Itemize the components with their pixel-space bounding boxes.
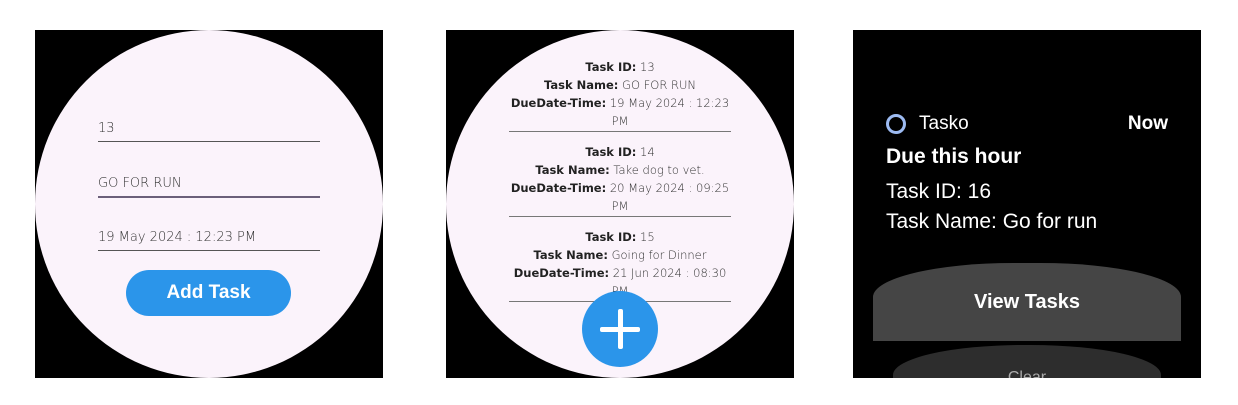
- due-label: DueDate-Time:: [510, 181, 607, 195]
- view-tasks-button[interactable]: View Tasks: [873, 263, 1181, 341]
- notification-header: Tasko Now: [886, 112, 1168, 136]
- app-name: Tasko: [919, 113, 969, 134]
- add-task-fab[interactable]: [582, 291, 658, 367]
- due-label: DueDate-Time:: [513, 266, 610, 280]
- list-item[interactable]: Task ID: 14 Task Name: Take dog to vet. …: [509, 143, 731, 217]
- notification-time: Now: [1127, 113, 1168, 134]
- task-name-field[interactable]: GO FOR RUN: [98, 176, 320, 198]
- due-datetime-field[interactable]: 19 May 2024 : 12:23 PM: [98, 230, 320, 251]
- due-value: 19 May 2024 : 12:23 PM: [609, 96, 730, 128]
- due-label: DueDate-Time:: [510, 96, 607, 110]
- notification-screen: Tasko Now Due this hour Task ID: 16 Task…: [853, 30, 1201, 378]
- task-list: Task ID: 13 Task Name: GO FOR RUN DueDat…: [509, 58, 731, 313]
- task-id-value: 14: [640, 145, 655, 159]
- task-name-label: Task Name:: [544, 78, 619, 92]
- task-id-field[interactable]: 13: [98, 121, 320, 142]
- task-name-value: Going for Dinner: [611, 248, 707, 262]
- notification-task-id: Task ID: 16: [886, 180, 992, 203]
- task-name-label: Task Name:: [535, 163, 610, 177]
- task-id-value: 13: [640, 60, 655, 74]
- task-list-screen: Task ID: 13 Task Name: GO FOR RUN DueDat…: [446, 30, 794, 378]
- app-circle-icon: [886, 114, 906, 134]
- notification-task-name: Task Name: Go for run: [886, 210, 1098, 233]
- due-value: 20 May 2024 : 09:25 PM: [609, 181, 730, 213]
- list-item[interactable]: Task ID: 13 Task Name: GO FOR RUN DueDat…: [509, 58, 731, 132]
- add-task-button[interactable]: Add Task: [126, 270, 291, 316]
- clear-button[interactable]: Clear: [893, 345, 1161, 378]
- task-name-value: GO FOR RUN: [622, 78, 696, 92]
- watch-face: 13 GO FOR RUN 19 May 2024 : 12:23 PM Add…: [35, 30, 383, 378]
- task-name-label: Task Name:: [533, 248, 608, 262]
- add-task-screen: 13 GO FOR RUN 19 May 2024 : 12:23 PM Add…: [35, 30, 383, 378]
- task-id-label: Task ID:: [585, 230, 637, 244]
- task-id-label: Task ID:: [585, 145, 637, 159]
- notification-title: Due this hour: [886, 145, 1022, 168]
- watch-face: Task ID: 13 Task Name: GO FOR RUN DueDat…: [446, 30, 794, 378]
- task-name-value: Take dog to vet.: [613, 163, 705, 177]
- task-id-value: 15: [640, 230, 655, 244]
- task-id-label: Task ID:: [585, 60, 637, 74]
